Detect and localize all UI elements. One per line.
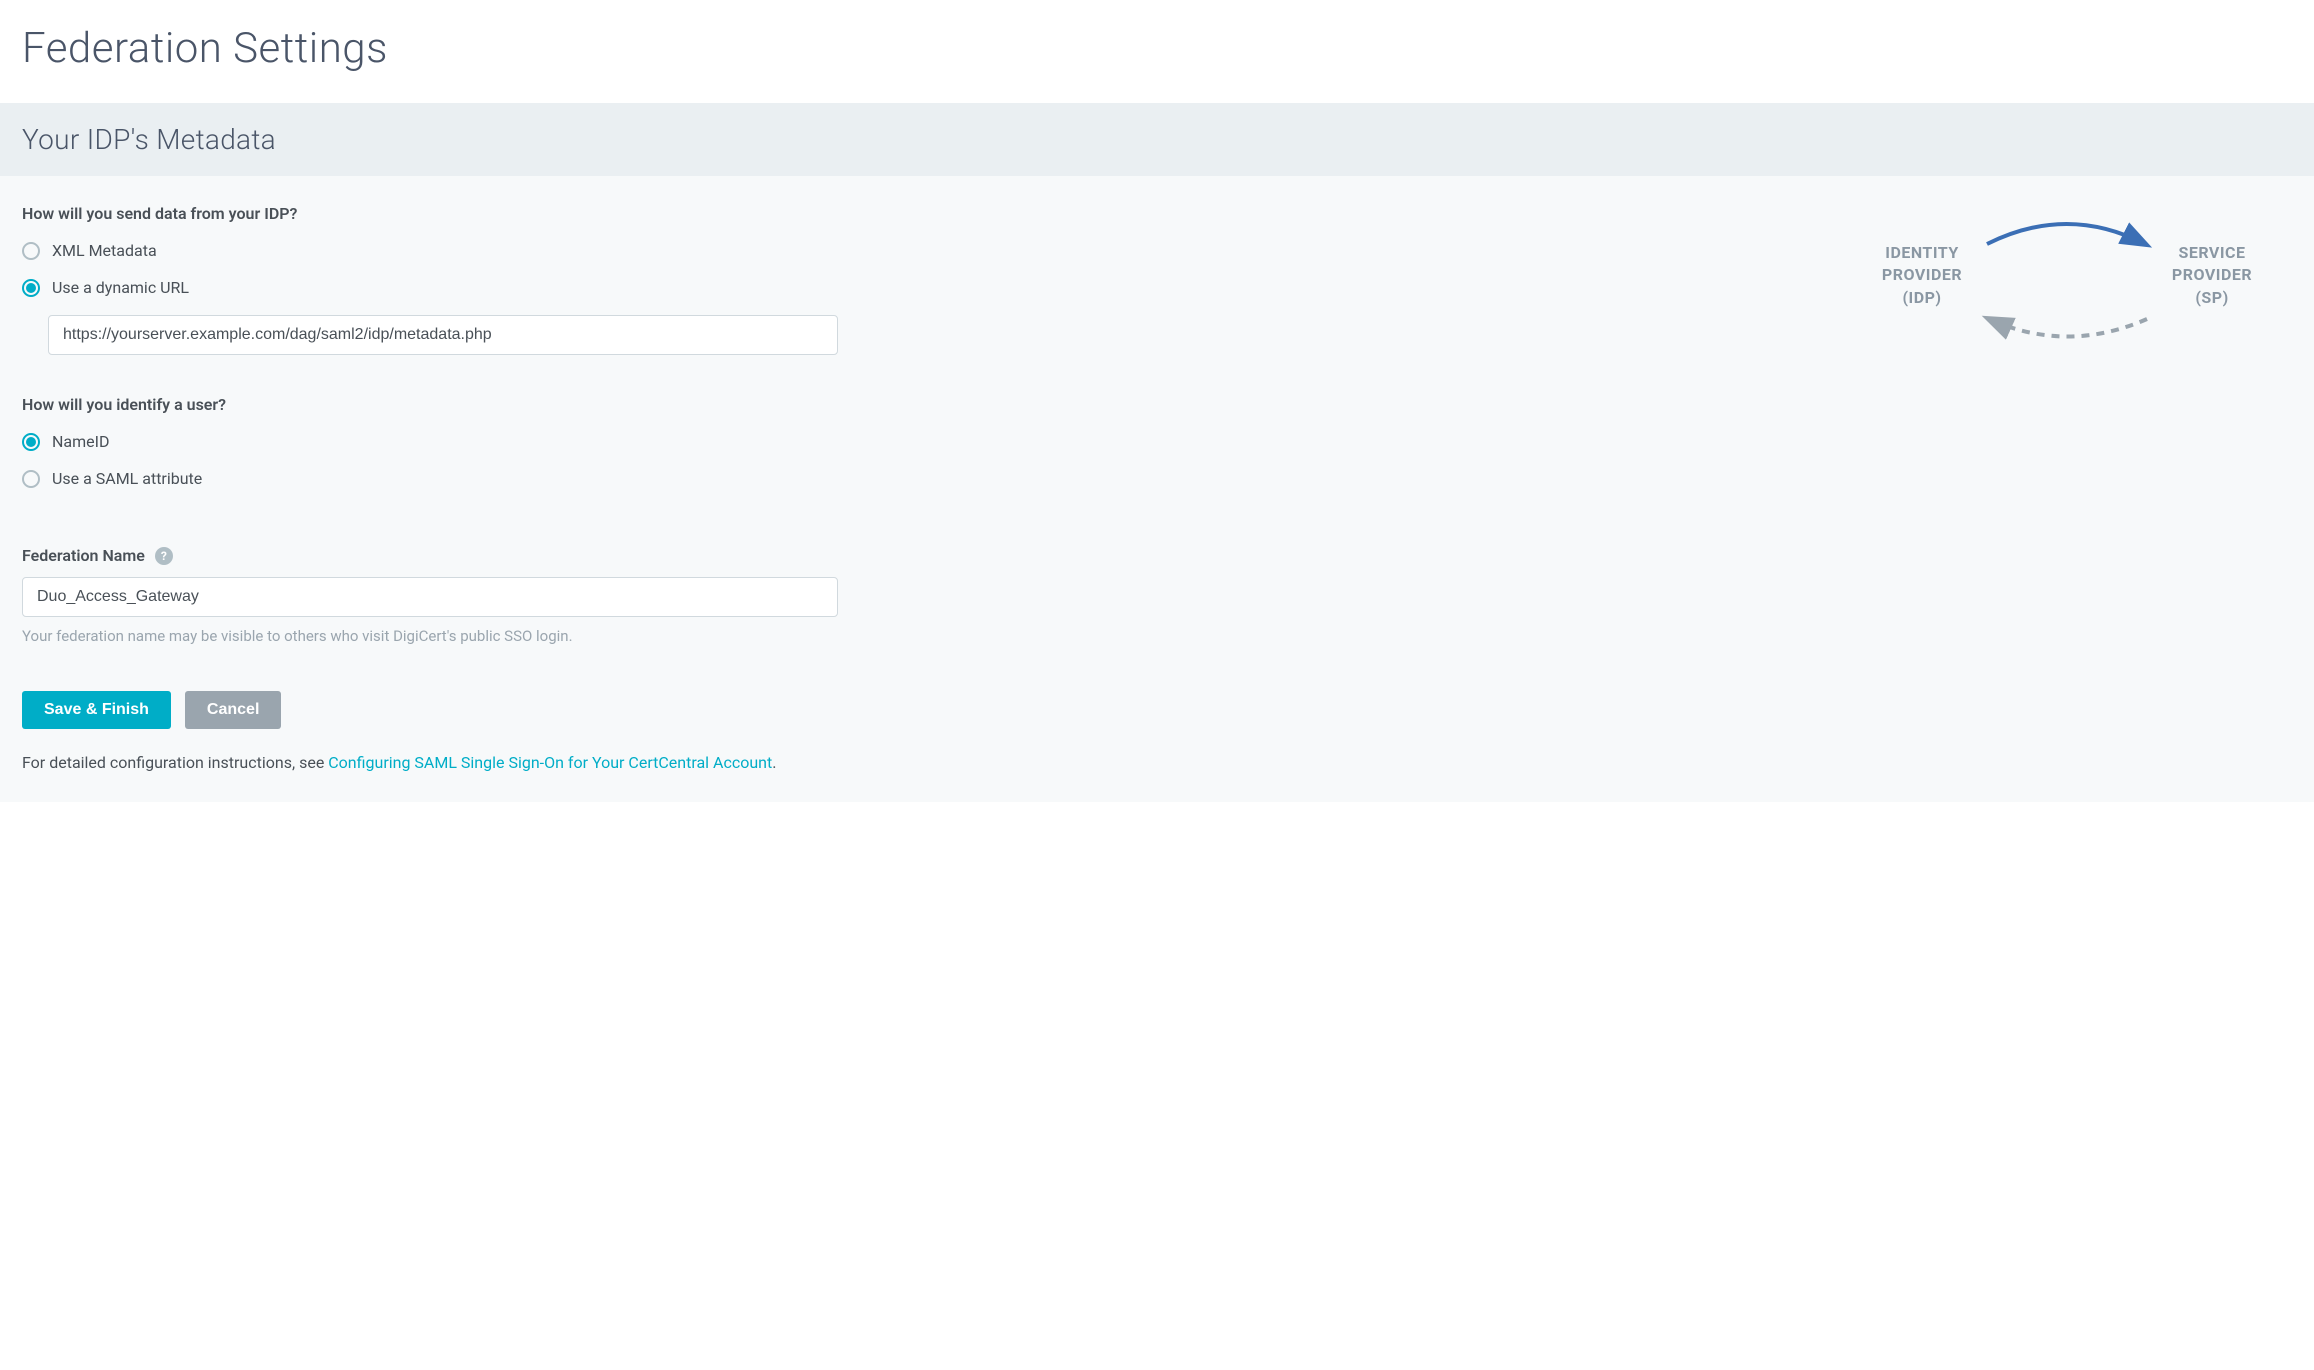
radio-dynamic-url[interactable]: Use a dynamic URL [22, 278, 852, 297]
diagram-label-sp: SERVICE PROVIDER (SP) [2157, 242, 2267, 309]
form-column: How will you send data from your IDP? XM… [22, 204, 852, 772]
help-icon[interactable]: ? [155, 547, 173, 565]
radio-saml-attribute[interactable]: Use a SAML attribute [22, 469, 852, 488]
radio-icon [22, 470, 40, 488]
page-title: Federation Settings [0, 0, 2314, 103]
button-row: Save & Finish Cancel [22, 691, 852, 729]
help-line-prefix: For detailed configuration instructions,… [22, 753, 328, 772]
diagram-column: IDENTITY PROVIDER (IDP) SERVICE PROVIDER… [1872, 204, 2292, 354]
identify-user-question: How will you identify a user? [22, 395, 852, 414]
radio-icon [22, 433, 40, 451]
radio-nameid[interactable]: NameID [22, 432, 852, 451]
radio-label: NameID [52, 432, 109, 451]
radio-icon [22, 279, 40, 297]
help-line: For detailed configuration instructions,… [22, 753, 852, 772]
radio-icon [22, 242, 40, 260]
radio-label: Use a SAML attribute [52, 469, 202, 488]
send-data-question: How will you send data from your IDP? [22, 204, 852, 223]
help-link[interactable]: Configuring SAML Single Sign-On for Your… [328, 753, 772, 772]
federation-name-input[interactable] [22, 577, 838, 617]
radio-xml-metadata[interactable]: XML Metadata [22, 241, 852, 260]
subheader: Your IDP's Metadata [0, 103, 2314, 176]
dynamic-url-input[interactable] [48, 315, 838, 355]
radio-label: Use a dynamic URL [52, 278, 189, 297]
idp-sp-diagram: IDENTITY PROVIDER (IDP) SERVICE PROVIDER… [1877, 214, 2257, 354]
federation-name-label: Federation Name [22, 546, 145, 565]
radio-label: XML Metadata [52, 241, 157, 260]
subheader-title: Your IDP's Metadata [22, 123, 2292, 156]
federation-name-label-row: Federation Name ? [22, 546, 852, 565]
save-finish-button[interactable]: Save & Finish [22, 691, 171, 729]
federation-name-helper: Your federation name may be visible to o… [22, 627, 852, 645]
help-line-suffix: . [772, 753, 776, 772]
content-area: How will you send data from your IDP? XM… [0, 176, 2314, 802]
cancel-button[interactable]: Cancel [185, 691, 281, 729]
diagram-label-idp: IDENTITY PROVIDER (IDP) [1867, 242, 1977, 309]
